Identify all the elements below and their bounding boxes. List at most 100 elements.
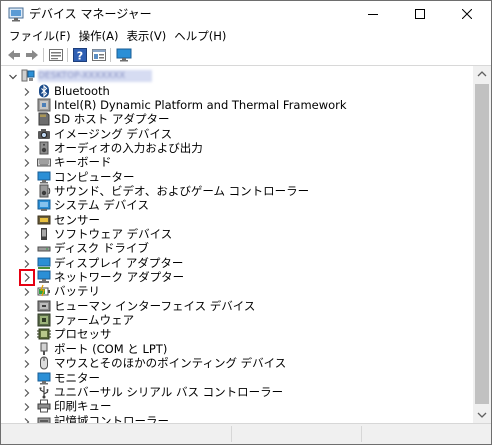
- chevron-right-icon[interactable]: [22, 114, 32, 125]
- menu-view[interactable]: 表示(V): [122, 28, 170, 45]
- tree-item-label: ヒューマン インターフェイス デバイス: [54, 298, 256, 313]
- storage-controller-icon: [37, 414, 51, 423]
- usb-icon: [37, 385, 51, 399]
- tree-item-label: ポート (COM と LPT): [54, 341, 168, 356]
- chevron-right-icon[interactable]: [22, 301, 32, 311]
- tree-item[interactable]: サウンド、ビデオ、およびゲーム コントローラー: [1, 184, 473, 198]
- minimize-button[interactable]: [351, 1, 395, 28]
- chevron-right-icon[interactable]: [22, 315, 32, 326]
- tree-root[interactable]: DESKTOP-XXXXXXX: [1, 69, 473, 83]
- chevron-right-icon[interactable]: [22, 86, 32, 96]
- tree-item[interactable]: キーボード: [1, 155, 473, 169]
- printer-icon: [37, 399, 51, 413]
- chevron-right-icon[interactable]: [22, 329, 32, 340]
- menu-action[interactable]: 操作(A): [75, 28, 123, 45]
- chevron-down-icon[interactable]: [8, 71, 18, 81]
- tree-item[interactable]: コンピューター: [1, 170, 473, 184]
- tree-item[interactable]: プロセッサ: [1, 327, 473, 341]
- forward-icon[interactable]: [24, 47, 40, 63]
- tree-item[interactable]: ネットワーク アダプター: [1, 269, 473, 287]
- chevron-right-icon[interactable]: [22, 286, 32, 297]
- tree-item[interactable]: オーディオの入力および出力: [1, 141, 473, 155]
- tree-item[interactable]: イメージング デバイス: [1, 127, 473, 141]
- sd-host-icon: [37, 112, 51, 126]
- chevron-right-icon[interactable]: [22, 344, 32, 354]
- tree-item-label: ソフトウェア デバイス: [54, 227, 173, 241]
- tree-item[interactable]: ディスプレイ アダプター: [1, 256, 473, 270]
- window-title: デバイス マネージャー: [29, 7, 152, 21]
- system-device-icon: [37, 198, 51, 212]
- title-bar[interactable]: デバイス マネージャー: [1, 1, 491, 28]
- tree-item-label: バッテリ: [54, 284, 100, 299]
- tree-item[interactable]: モニター: [1, 371, 473, 385]
- chevron-right-icon[interactable]: [22, 258, 32, 268]
- toolbar-separator: [67, 48, 68, 62]
- chevron-right-icon[interactable]: [22, 172, 32, 182]
- tree-item[interactable]: ヒューマン インターフェイス デバイス: [1, 299, 473, 313]
- close-button[interactable]: [445, 1, 489, 28]
- chevron-right-icon[interactable]: [22, 373, 32, 383]
- chevron-right-icon[interactable]: [22, 200, 32, 211]
- status-cell-divider: [231, 426, 232, 442]
- status-bar: [1, 423, 491, 444]
- software-device-icon: [37, 227, 51, 241]
- tree-item[interactable]: ポート (COM と LPT): [1, 342, 473, 356]
- tree-item-label: コンピューター: [54, 169, 135, 184]
- tree-item-label: SD ホスト アダプター: [54, 112, 170, 127]
- tree-item-label: イメージング デバイス: [54, 126, 173, 141]
- tree-item-label: センサー: [54, 212, 100, 227]
- chevron-right-icon[interactable]: [22, 416, 32, 423]
- bluetooth-icon: [37, 84, 51, 98]
- tree-item[interactable]: ディスク ドライブ: [1, 241, 473, 255]
- chevron-right-icon[interactable]: [22, 229, 32, 239]
- menu-file[interactable]: ファイル(F): [5, 28, 75, 45]
- vertical-scrollbar[interactable]: [473, 66, 491, 423]
- port-icon: [37, 342, 51, 356]
- tree-item[interactable]: ファームウェア: [1, 313, 473, 327]
- tree-item[interactable]: マウスとそのほかのポインティング デバイス: [1, 356, 473, 370]
- tree-item[interactable]: バッテリ: [1, 284, 473, 298]
- chevron-right-icon[interactable]: [22, 243, 32, 254]
- chevron-right-icon[interactable]: [22, 215, 32, 225]
- chevron-right-icon[interactable]: [22, 129, 32, 139]
- tree-item-label: ファームウェア: [54, 313, 135, 328]
- tree-item-label: マウスとそのほかのポインティング デバイス: [54, 356, 287, 371]
- tree-item[interactable]: 記憶域コントローラー: [1, 414, 473, 423]
- chevron-right-icon[interactable]: [22, 401, 32, 412]
- chevron-right-icon[interactable]: [22, 157, 32, 168]
- maximize-button[interactable]: [398, 1, 442, 28]
- toolbar-separator: [43, 48, 44, 62]
- tree-item[interactable]: Intel(R) Dynamic Platform and Thermal Fr…: [1, 98, 473, 112]
- tree-item[interactable]: SD ホスト アダプター: [1, 112, 473, 126]
- help-icon[interactable]: ?: [72, 47, 88, 63]
- chevron-right-icon[interactable]: [22, 358, 32, 369]
- tree-item[interactable]: センサー: [1, 213, 473, 227]
- disk-drive-icon: [37, 241, 51, 255]
- properties-icon[interactable]: [48, 47, 64, 63]
- sensor-icon: [37, 213, 51, 227]
- chevron-right-icon[interactable]: [22, 387, 32, 397]
- tree-item[interactable]: 印刷キュー: [1, 399, 473, 413]
- tree-item[interactable]: Bluetooth: [1, 84, 473, 98]
- scroll-up-button[interactable]: [473, 66, 491, 83]
- view-icon[interactable]: [91, 47, 107, 63]
- monitor-icon[interactable]: [116, 47, 132, 63]
- tree-item[interactable]: システム デバイス: [1, 198, 473, 212]
- tree-item-label: Intel(R) Dynamic Platform and Thermal Fr…: [54, 97, 347, 112]
- scroll-down-button[interactable]: [473, 406, 491, 423]
- chevron-right-icon[interactable]: [22, 186, 32, 196]
- chevron-right-icon[interactable]: [22, 100, 32, 110]
- device-manager-icon: [8, 7, 24, 22]
- back-icon[interactable]: [6, 47, 22, 63]
- scroll-thumb[interactable]: [475, 84, 489, 404]
- tree-item-label: システム デバイス: [54, 198, 149, 213]
- computer-name-label: DESKTOP-XXXXXXX: [38, 70, 152, 82]
- tree-item-label: プロセッサ: [54, 327, 112, 342]
- toolbar: ?: [1, 45, 491, 66]
- tree-item[interactable]: ソフトウェア デバイス: [1, 227, 473, 241]
- chevron-right-icon[interactable]: [22, 143, 32, 153]
- speaker-icon: [37, 141, 51, 155]
- menu-help[interactable]: ヘルプ(H): [170, 28, 230, 45]
- display-adapter-icon: [37, 256, 51, 270]
- tree-item[interactable]: ユニバーサル シリアル バス コントローラー: [1, 385, 473, 399]
